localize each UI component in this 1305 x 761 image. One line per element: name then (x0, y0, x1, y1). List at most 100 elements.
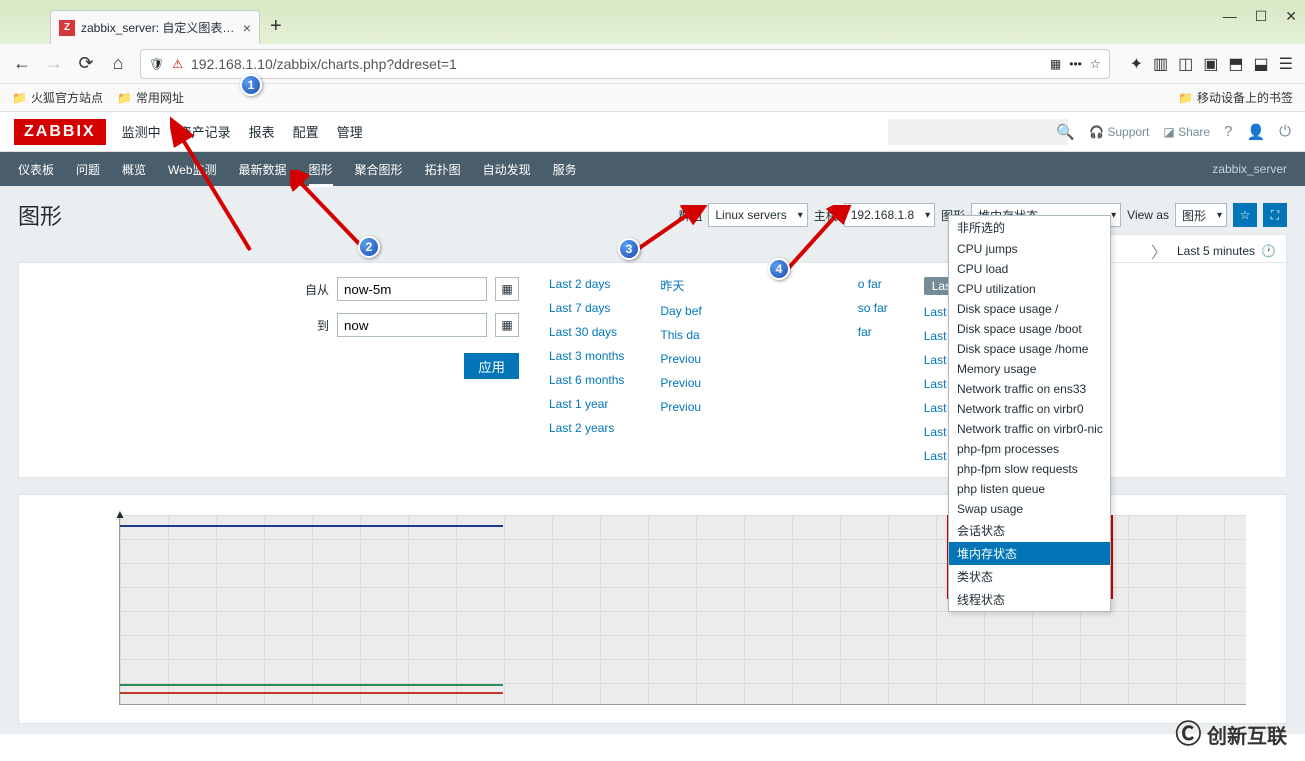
site-info-icon[interactable]: ⚠ (172, 57, 183, 71)
dropdown-option[interactable]: 非所选的 (949, 216, 1110, 239)
calendar-icon[interactable]: ▦ (495, 313, 519, 337)
logout-icon[interactable]: ⏻ (1279, 123, 1291, 140)
chevron-right-icon[interactable]: 〉 (1151, 239, 1167, 263)
help-icon[interactable]: ? (1224, 123, 1232, 140)
new-tab-button[interactable]: + (270, 15, 282, 44)
dropdown-option[interactable]: php-fpm slow requests (949, 459, 1110, 479)
url-text: 192.168.1.10/zabbix/charts.php?ddreset=1 (191, 56, 1042, 72)
nav-admin[interactable]: 管理 (337, 122, 363, 141)
zabbix-logo[interactable]: ZABBIX (14, 119, 106, 145)
dropdown-option[interactable]: CPU load (949, 259, 1110, 279)
menu-icon[interactable]: ☰ (1279, 54, 1293, 74)
dropdown-option[interactable]: Disk space usage / (949, 299, 1110, 319)
graph-dropdown[interactable]: 非所选的CPU jumpsCPU loadCPU utilizationDisk… (948, 215, 1111, 612)
extension-icons: ✦ ▥ ◫ ▣ ⬒ ⬓ ☰ (1130, 54, 1293, 74)
dropdown-option[interactable]: Network traffic on virbr0-nic (949, 419, 1110, 439)
puzzle-icon[interactable]: ✦ (1130, 54, 1143, 74)
share-link[interactable]: ◪ Share (1163, 125, 1210, 139)
subnav-overview[interactable]: 概览 (122, 161, 146, 178)
library-icon[interactable]: ▥ (1153, 54, 1168, 74)
time-preset[interactable]: o far (858, 277, 888, 291)
time-preset[interactable]: Last 2 years (549, 421, 624, 435)
time-preset[interactable]: 昨天 (660, 277, 701, 294)
dropdown-option[interactable]: Disk space usage /boot (949, 319, 1110, 339)
to-input[interactable] (337, 313, 487, 337)
ext1-icon[interactable]: ▣ (1203, 54, 1218, 74)
watermark: Ⓒ 创新互联 (1175, 714, 1287, 751)
dropdown-option[interactable]: Memory usage (949, 359, 1110, 379)
dropdown-option[interactable]: php-fpm processes (949, 439, 1110, 459)
fullscreen-button[interactable]: ⛶ (1263, 203, 1287, 227)
tab-title: zabbix_server: 自定义图表 [堆 (81, 19, 237, 36)
dropdown-option[interactable]: Swap usage (949, 499, 1110, 519)
user-icon[interactable]: 👤 (1246, 123, 1265, 141)
time-preset[interactable]: Last 2 days (549, 277, 624, 291)
mobile-bookmarks[interactable]: 📁 移动设备上的书签 (1178, 89, 1293, 106)
dropdown-option[interactable]: 堆内存状态 (949, 542, 1110, 565)
bookmark-folder[interactable]: 📁 火狐官方站点 (12, 89, 103, 106)
browser-tab[interactable]: Z zabbix_server: 自定义图表 [堆 × (50, 10, 260, 44)
page-title: 图形 (18, 199, 62, 231)
time-preset[interactable]: Last 3 months (549, 349, 624, 363)
favorite-button[interactable]: ☆ (1233, 203, 1257, 227)
close-icon[interactable]: × (243, 20, 251, 36)
maximize-icon[interactable]: ☐ (1255, 8, 1268, 25)
current-range: Last 5 minutes 🕐 (1177, 244, 1276, 258)
to-label: 到 (299, 317, 329, 334)
ext2-icon[interactable]: ⬒ (1228, 54, 1243, 74)
address-bar[interactable]: 🛡 ⚠ 192.168.1.10/zabbix/charts.php?ddres… (140, 49, 1110, 79)
subnav-problems[interactable]: 问题 (76, 161, 100, 178)
subnav-dashboard[interactable]: 仪表板 (18, 161, 54, 178)
reader-icon[interactable]: ▦ (1050, 57, 1061, 71)
chart-line (120, 525, 503, 527)
minimize-icon[interactable]: — (1223, 8, 1237, 25)
chevron-down-icon: ▾ (1217, 210, 1222, 221)
annotation-badge-4: 4 (768, 258, 790, 280)
calendar-icon[interactable]: ▦ (495, 277, 519, 301)
search-input[interactable] (888, 119, 1068, 145)
nav-monitoring[interactable]: 监测中 (122, 122, 161, 141)
more-icon[interactable]: ••• (1069, 57, 1082, 71)
apply-button[interactable]: 应用 (464, 353, 519, 379)
dropdown-option[interactable]: Network traffic on virbr0 (949, 399, 1110, 419)
time-preset[interactable]: far (858, 325, 888, 339)
forward-icon[interactable]: → (44, 53, 64, 74)
ext3-icon[interactable]: ⬓ (1254, 54, 1269, 74)
from-input[interactable] (337, 277, 487, 301)
back-icon[interactable]: ← (12, 53, 32, 74)
dropdown-option[interactable]: CPU jumps (949, 239, 1110, 259)
subnav-services[interactable]: 服务 (553, 161, 577, 178)
browser-tab-strip: Z zabbix_server: 自定义图表 [堆 × + — ☐ ✕ (0, 0, 1305, 44)
annotation-badge-3: 3 (618, 238, 640, 260)
dropdown-option[interactable]: php listen queue (949, 479, 1110, 499)
time-preset[interactable]: Previou (660, 352, 701, 366)
chevron-down-icon: ▾ (925, 210, 930, 221)
viewas-select[interactable]: 图形▾ (1175, 203, 1227, 227)
dropdown-option[interactable]: 线程状态 (949, 588, 1110, 611)
time-preset[interactable]: Previou (660, 376, 701, 390)
dropdown-option[interactable]: Network traffic on ens33 (949, 379, 1110, 399)
home-icon[interactable]: ⌂ (108, 53, 128, 74)
dropdown-option[interactable]: Disk space usage /home (949, 339, 1110, 359)
subnav-maps[interactable]: 拓扑图 (425, 161, 461, 178)
shield-icon[interactable]: 🛡 (149, 57, 164, 71)
bookmark-star-icon[interactable]: ☆ (1090, 57, 1101, 71)
time-preset[interactable]: Day bef (660, 304, 701, 318)
dropdown-option[interactable]: 会话状态 (949, 519, 1110, 542)
nav-config[interactable]: 配置 (293, 122, 319, 141)
close-window-icon[interactable]: ✕ (1285, 8, 1297, 25)
time-preset[interactable]: Last 7 days (549, 301, 624, 315)
subnav-discovery[interactable]: 自动发现 (483, 161, 531, 178)
support-link[interactable]: 🎧 Support (1089, 125, 1149, 139)
time-preset[interactable]: Last 30 days (549, 325, 624, 339)
dropdown-option[interactable]: CPU utilization (949, 279, 1110, 299)
dropdown-option[interactable]: 类状态 (949, 565, 1110, 588)
sidebar-icon[interactable]: ◫ (1178, 54, 1193, 74)
time-preset[interactable]: Last 6 months (549, 373, 624, 387)
time-preset[interactable]: so far (858, 301, 888, 315)
time-preset[interactable]: Previou (660, 400, 701, 414)
search-icon[interactable]: 🔍 (1056, 123, 1075, 141)
time-preset[interactable]: This da (660, 328, 701, 342)
reload-icon[interactable]: ⟳ (76, 53, 96, 74)
time-preset[interactable]: Last 1 year (549, 397, 624, 411)
